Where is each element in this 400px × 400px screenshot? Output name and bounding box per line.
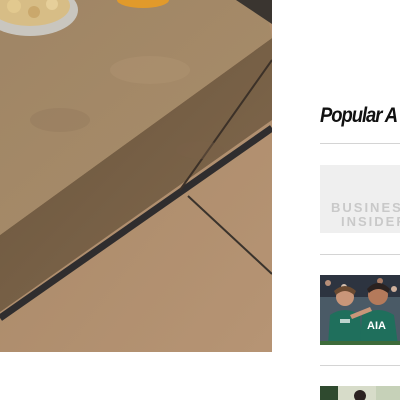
svg-text:AIA: AIA (367, 320, 386, 332)
logo-line: INSIDER (341, 214, 400, 229)
article-photo (320, 386, 400, 400)
divider (320, 254, 400, 255)
article-thumbnail[interactable]: AIA (320, 275, 400, 345)
football-players-photo: AIA (320, 275, 400, 345)
hero-image[interactable] (0, 0, 272, 352)
divider (320, 143, 400, 144)
business-insider-logo: BUSINES INSIDER (331, 201, 400, 229)
concrete-bench-photo (0, 0, 272, 352)
divider (320, 365, 400, 366)
page: Popular A BUSINES INSIDER (0, 0, 400, 400)
article-thumbnail[interactable] (320, 386, 400, 400)
logo-line: BUSINES (331, 200, 400, 215)
sidebar-title: Popular A (320, 104, 398, 127)
popular-articles-sidebar: Popular A BUSINES INSIDER (320, 0, 400, 400)
